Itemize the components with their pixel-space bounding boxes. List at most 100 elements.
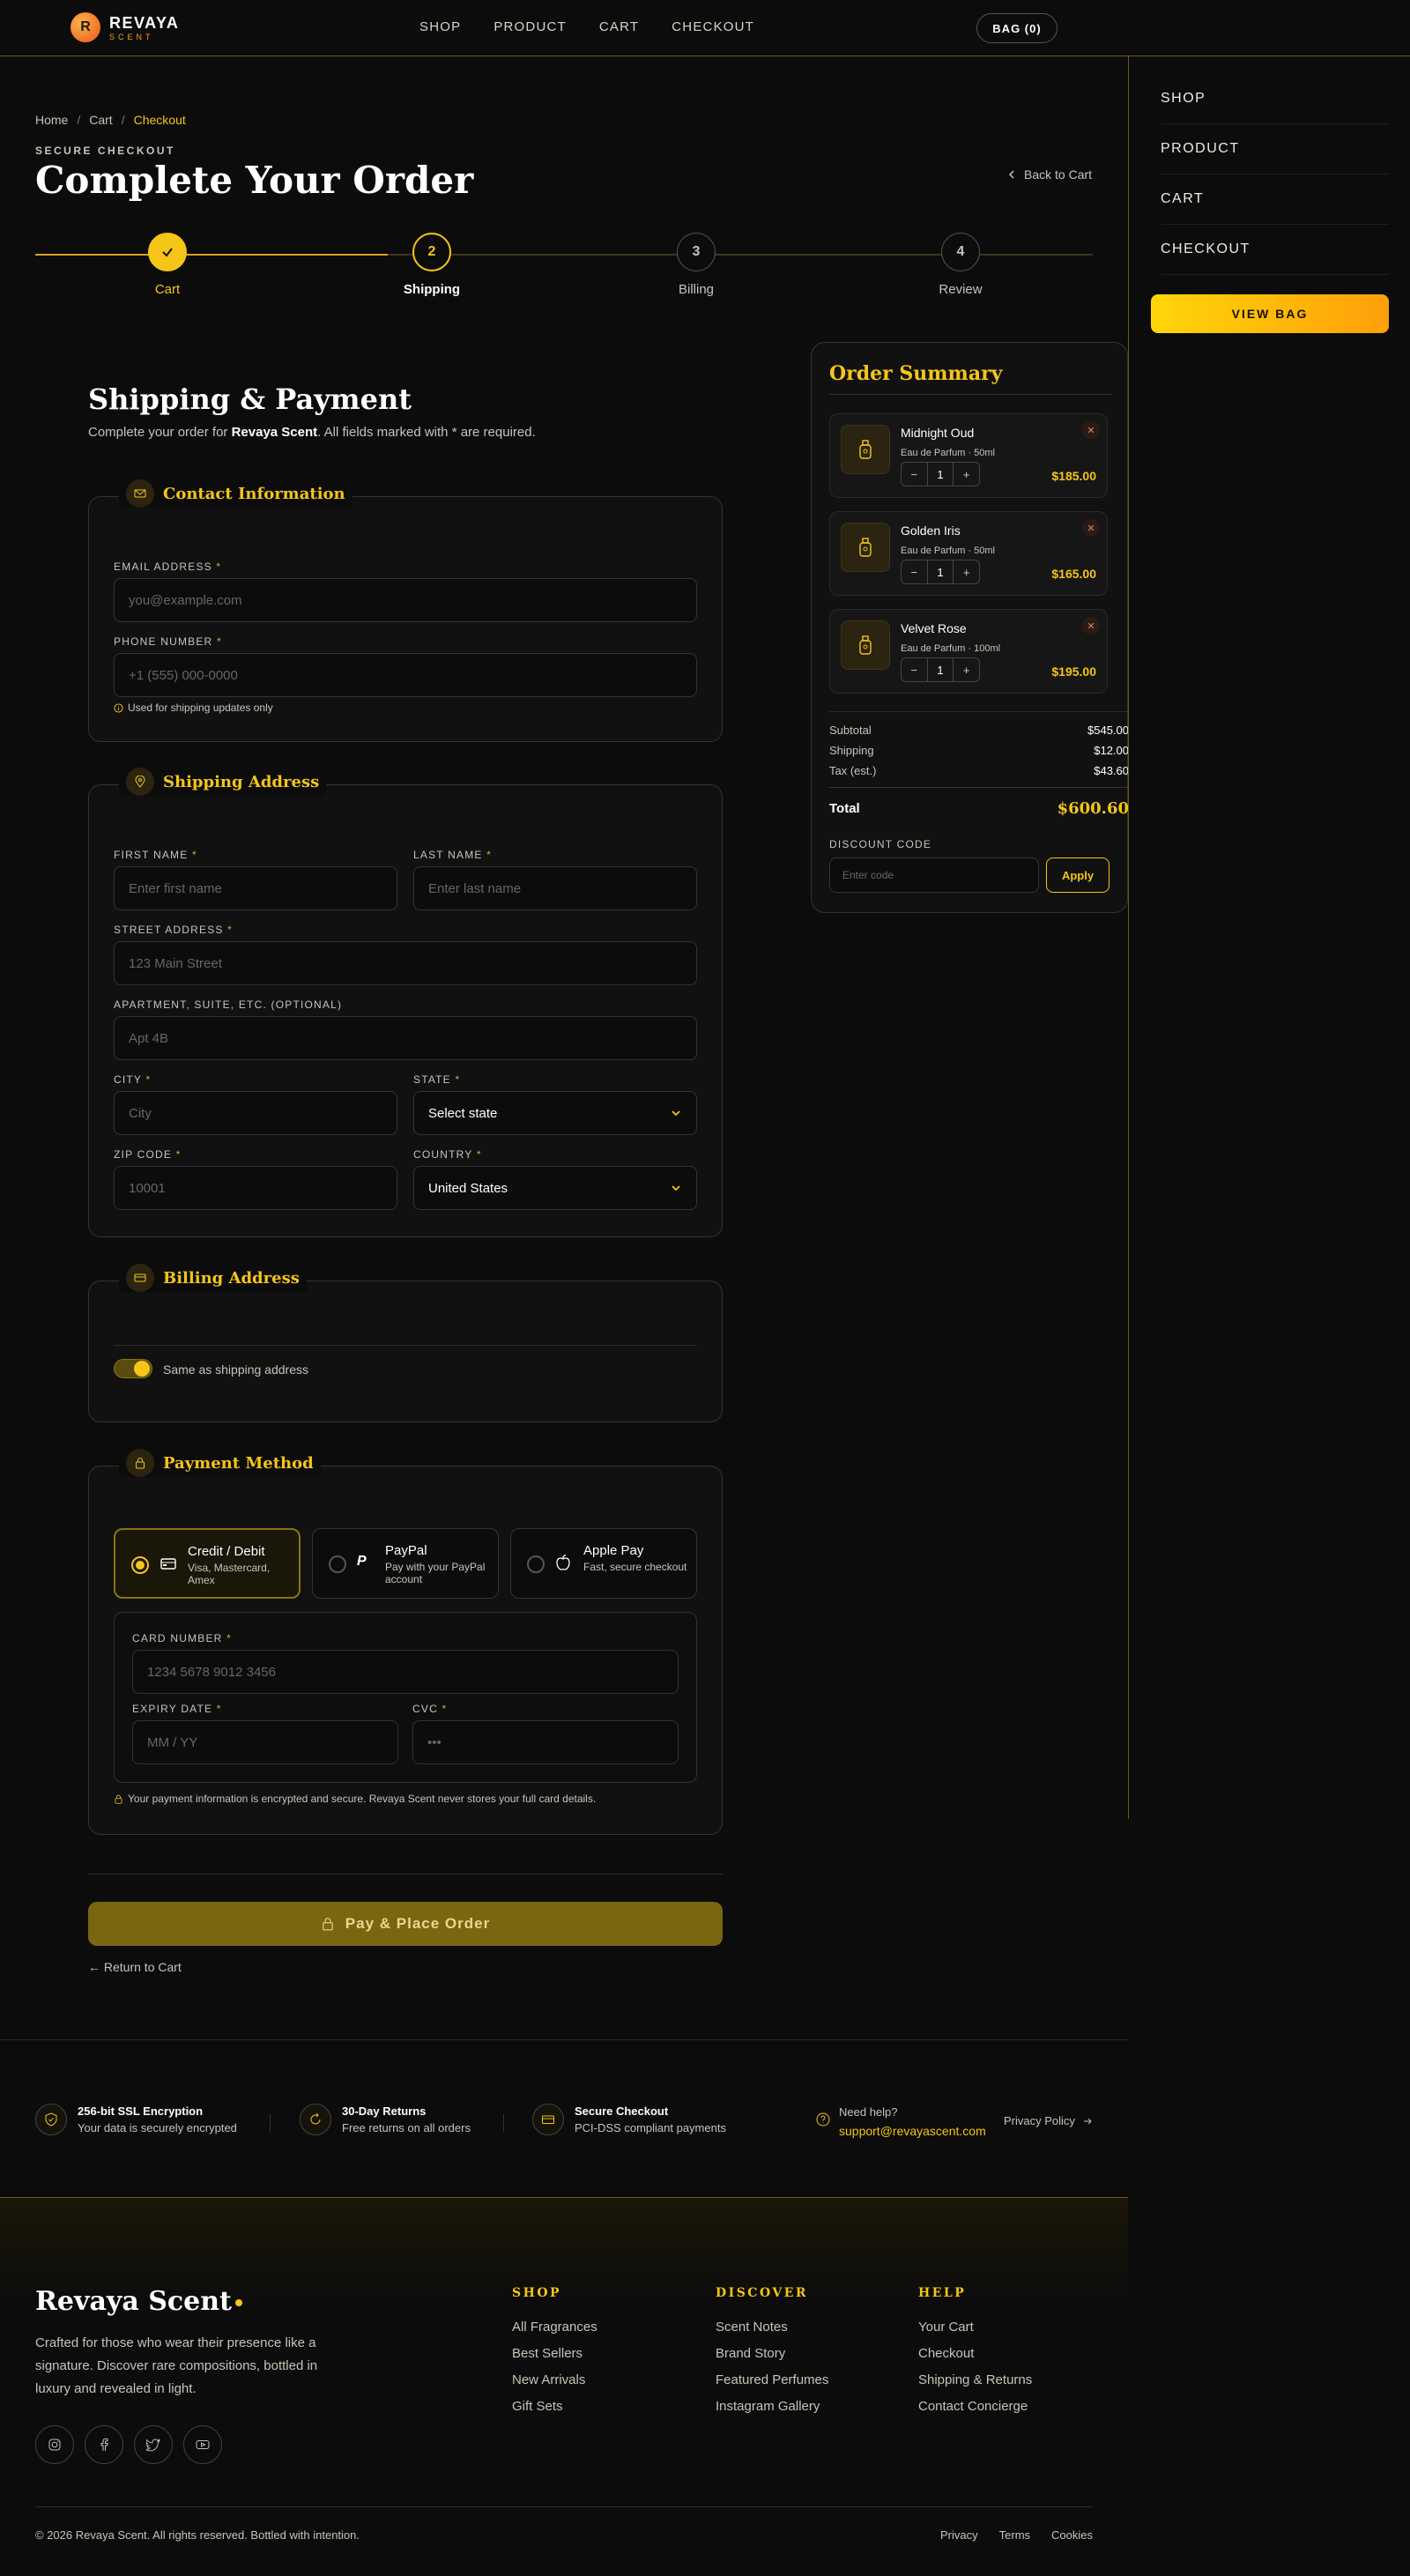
trust-returns: 30-Day Returns Free returns on all orders bbox=[300, 2104, 471, 2135]
location-pin-icon bbox=[126, 768, 154, 796]
footer-bottom: © 2026 Revaya Scent. All rights reserved… bbox=[35, 2506, 1093, 2542]
breadcrumb-cart[interactable]: Cart bbox=[89, 113, 112, 127]
nav-cart[interactable]: CART bbox=[599, 19, 639, 34]
email-input[interactable]: you@example.com bbox=[114, 578, 697, 622]
payment-option-card[interactable]: Credit / Debit Visa, Mastercard, Amex bbox=[114, 1528, 301, 1599]
plus-button[interactable]: + bbox=[954, 560, 979, 583]
support-email-link[interactable]: support@revayascent.com bbox=[839, 2124, 986, 2138]
step-review[interactable]: 4 Review bbox=[872, 233, 1049, 297]
remove-item-icon[interactable]: ✕ bbox=[1082, 519, 1100, 537]
country-select[interactable]: United States bbox=[413, 1166, 697, 1210]
nav-checkout[interactable]: CHECKOUT bbox=[672, 19, 754, 34]
subtotal-row: Subtotal $545.00 bbox=[829, 724, 1129, 737]
footer-link[interactable]: Your Cart bbox=[918, 2320, 1032, 2335]
place-order-button[interactable]: Pay & Place Order bbox=[88, 1902, 723, 1946]
quantity-stepper: −1 + bbox=[901, 657, 980, 682]
minus-button[interactable]: − bbox=[902, 658, 927, 681]
contact-title: Contact Information bbox=[163, 484, 345, 503]
back-to-cart-link[interactable]: Back to Cart bbox=[1006, 167, 1092, 182]
form-title: Shipping & Payment bbox=[88, 382, 412, 416]
footer-col-discover: DISCOVER Scent Notes Brand Story Feature… bbox=[716, 2286, 829, 2414]
drawer-item-shop[interactable]: SHOP bbox=[1161, 74, 1389, 124]
youtube-icon[interactable] bbox=[183, 2425, 222, 2464]
phone-input[interactable]: +1 (555) 000-0000 bbox=[114, 653, 697, 697]
quantity-stepper: −1 + bbox=[901, 462, 980, 486]
view-bag-button[interactable]: VIEW BAG bbox=[1151, 294, 1389, 333]
remove-item-icon[interactable]: ✕ bbox=[1082, 421, 1100, 439]
nav-shop[interactable]: SHOP bbox=[419, 19, 461, 34]
legal-privacy-link[interactable]: Privacy bbox=[940, 2528, 978, 2542]
order-summary: Order Summary Midnight Oud Eau de Parfum… bbox=[811, 342, 1129, 913]
drawer-item-checkout[interactable]: CHECKOUT bbox=[1161, 225, 1389, 275]
apply-discount-button[interactable]: Apply bbox=[1046, 857, 1109, 893]
card-details-panel: CARD NUMBER * 1234 5678 9012 3456 EXPIRY… bbox=[114, 1612, 697, 1783]
bag-button[interactable]: BAG (0) bbox=[976, 13, 1058, 43]
drawer-item-product[interactable]: PRODUCT bbox=[1161, 124, 1389, 174]
main-nav: SHOP PRODUCT CART CHECKOUT bbox=[419, 19, 754, 34]
billing-title: Billing Address bbox=[163, 1268, 300, 1288]
payment-option-paypal[interactable]: P PayPal Pay with your PayPal account bbox=[312, 1528, 499, 1599]
privacy-policy-link[interactable]: Privacy Policy bbox=[1004, 2114, 1093, 2127]
page-title: Complete Your Order bbox=[35, 159, 474, 202]
footer-link[interactable]: Best Sellers bbox=[512, 2346, 597, 2361]
side-drawer: SHOP PRODUCT CART CHECKOUT VIEW BAG bbox=[1128, 56, 1410, 1819]
logo-badge: R bbox=[70, 12, 100, 42]
brand-name: REVAYA bbox=[109, 13, 180, 32]
footer-link[interactable]: All Fragrances bbox=[512, 2320, 597, 2335]
payment-card: Payment Method Credit / Debit Visa, Mast… bbox=[88, 1449, 723, 1835]
cvc-input[interactable]: ••• bbox=[412, 1720, 679, 1764]
zip-input[interactable]: 10001 bbox=[114, 1166, 397, 1210]
card-number-input[interactable]: 1234 5678 9012 3456 bbox=[132, 1650, 679, 1694]
cart-item: Midnight Oud Eau de Parfum · 50ml −1 + $1… bbox=[829, 413, 1108, 498]
quantity-stepper: −1 + bbox=[901, 560, 980, 584]
breadcrumb-home[interactable]: Home bbox=[35, 113, 68, 127]
city-input[interactable]: City bbox=[114, 1091, 397, 1135]
first-name-input[interactable]: Enter first name bbox=[114, 866, 397, 910]
footer-link[interactable]: Scent Notes bbox=[716, 2320, 828, 2335]
drawer-item-cart[interactable]: CART bbox=[1161, 174, 1389, 225]
footer-link[interactable]: Brand Story bbox=[716, 2346, 828, 2361]
footer-link[interactable]: Featured Perfumes bbox=[716, 2372, 828, 2387]
step-cart[interactable]: Cart bbox=[79, 233, 256, 297]
discount-code-input[interactable]: Enter code bbox=[829, 857, 1039, 893]
instagram-icon[interactable] bbox=[35, 2425, 74, 2464]
footer-link[interactable]: Shipping & Returns bbox=[918, 2372, 1032, 2387]
same-as-shipping-toggle[interactable] bbox=[114, 1359, 152, 1378]
footer-link[interactable]: Instagram Gallery bbox=[716, 2399, 828, 2414]
return-to-cart-link[interactable]: ← Return to Cart bbox=[88, 1960, 182, 1974]
checkout-stepper: Cart 2 Shipping 3 Billing 4 Review bbox=[35, 233, 1093, 303]
plus-button[interactable]: + bbox=[954, 463, 979, 486]
footer-link[interactable]: Contact Concierge bbox=[918, 2399, 1032, 2414]
footer-link[interactable]: New Arrivals bbox=[512, 2372, 597, 2387]
step-billing[interactable]: 3 Billing bbox=[608, 233, 784, 297]
plus-button[interactable]: + bbox=[954, 658, 979, 681]
remove-item-icon[interactable]: ✕ bbox=[1082, 617, 1100, 635]
brand-logo[interactable]: R REVAYA SCENT bbox=[70, 12, 179, 42]
footer-link[interactable]: Checkout bbox=[918, 2346, 1032, 2361]
facebook-icon[interactable] bbox=[85, 2425, 123, 2464]
twitter-icon[interactable] bbox=[134, 2425, 173, 2464]
minus-button[interactable]: − bbox=[902, 463, 927, 486]
credit-card-icon bbox=[160, 1555, 177, 1577]
last-name-input[interactable]: Enter last name bbox=[413, 866, 697, 910]
paypal-icon: P bbox=[357, 1554, 367, 1569]
copyright: © 2026 Revaya Scent. All rights reserved… bbox=[35, 2528, 360, 2542]
shield-icon bbox=[35, 2104, 67, 2135]
step-shipping[interactable]: 2 Shipping bbox=[344, 233, 520, 297]
apartment-input[interactable]: Apt 4B bbox=[114, 1016, 697, 1060]
arrow-right-icon bbox=[1083, 2118, 1092, 2124]
footer-link[interactable]: Gift Sets bbox=[512, 2399, 597, 2414]
brand-sub: SCENT bbox=[109, 32, 154, 41]
shipping-card: Shipping Address FIRST NAME * Enter firs… bbox=[88, 768, 723, 1237]
tax-row: Tax (est.) $43.60 bbox=[829, 764, 1129, 777]
legal-terms-link[interactable]: Terms bbox=[999, 2528, 1030, 2542]
legal-cookies-link[interactable]: Cookies bbox=[1051, 2528, 1093, 2542]
same-as-shipping-label: Same as shipping address bbox=[163, 1362, 308, 1377]
payment-option-applepay[interactable]: Apple Pay Fast, secure checkout bbox=[510, 1528, 697, 1599]
apple-icon bbox=[555, 1554, 571, 1576]
minus-button[interactable]: − bbox=[902, 560, 927, 583]
expiry-input[interactable]: MM / YY bbox=[132, 1720, 398, 1764]
street-input[interactable]: 123 Main Street bbox=[114, 941, 697, 985]
nav-product[interactable]: PRODUCT bbox=[494, 19, 567, 34]
state-select[interactable]: Select state bbox=[413, 1091, 697, 1135]
